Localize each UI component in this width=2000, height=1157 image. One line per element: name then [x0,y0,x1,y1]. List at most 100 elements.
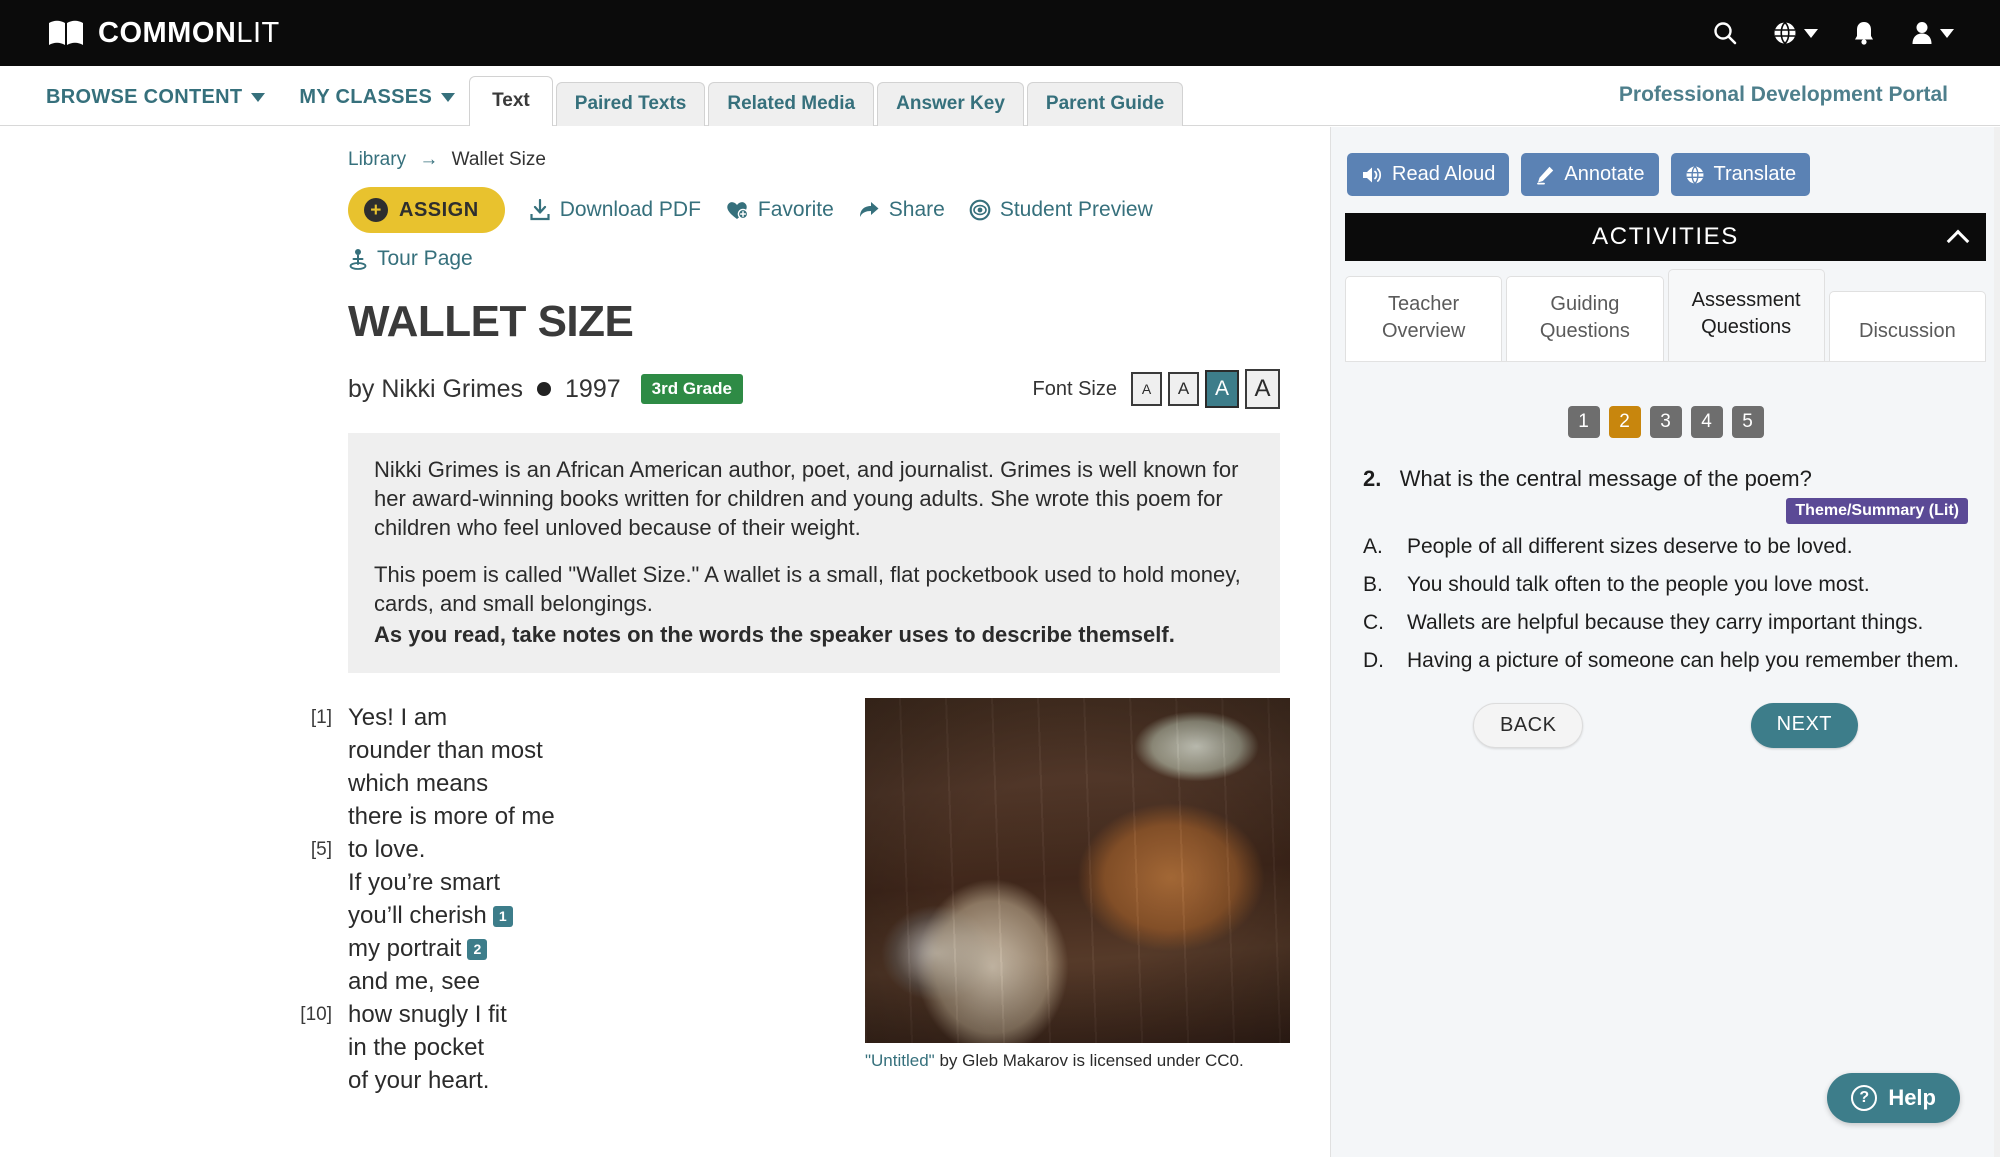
question-mark-icon: ? [1851,1085,1878,1111]
brand-thin: LIT [236,16,280,49]
breadcrumb-library[interactable]: Library [348,149,406,170]
page-scrollbar[interactable] [1994,127,2000,1157]
translate-button[interactable]: Translate [1670,153,1811,196]
student-preview-button[interactable]: Student Preview [969,198,1153,222]
poem-line: If you’re smart [280,866,700,899]
question-prompt-text: What is the central message of the poem? [1399,466,1812,491]
tab-discussion[interactable]: Discussion [1828,291,1986,361]
answer-choice-a[interactable]: A. People of all different sizes deserve… [1363,534,1968,561]
question-pagination: 1 2 3 4 5 [1331,406,2000,438]
answer-choice-b-letter: B. [1363,572,1383,596]
poem-line: you’ll cherish 1 [280,899,700,932]
poem-line-text: of your heart. [348,1067,490,1095]
highlighter-icon [1537,166,1554,184]
commonlit-logo[interactable]: COMMONLIT [48,17,280,50]
tour-pin-icon [349,249,367,270]
answer-choice-b[interactable]: B. You should talk often to the people y… [1363,572,1968,599]
nav-browse-content-label: BROWSE CONTENT [46,86,243,108]
back-button[interactable]: BACK [1473,702,1584,748]
tab-discussion-label: Discussion [1859,320,1956,342]
search-icon [1714,22,1737,45]
font-size-option-3[interactable]: A [1205,370,1239,408]
answer-choice-d[interactable]: D. Having a picture of someone can help … [1363,648,1968,675]
globe-icon [1774,21,1796,45]
download-icon [530,199,550,221]
download-pdf-button[interactable]: Download PDF [529,198,701,222]
figure-caption-link[interactable]: "Untitled" [865,1051,935,1070]
poem-line-text: and me, see [348,968,481,996]
poem-line: of your heart. [280,1064,700,1097]
poem-line: my portrait 2 [280,932,700,965]
tab-answer-key[interactable]: Answer Key [877,82,1024,126]
activities-header-label: ACTIVITIES [1592,223,1739,250]
question-block: 2. What is the central message of the po… [1363,466,1968,748]
poem-line-text: rounder than most [348,737,543,765]
intro-paragraph-1: Nikki Grimes is an African American auth… [374,457,1239,541]
poem-line-text: in the pocket [348,1034,485,1062]
poem-line-text: which means [348,770,489,798]
annotate-button[interactable]: Annotate [1521,153,1659,196]
search-button[interactable] [1712,20,1738,46]
poem-line: rounder than most [280,734,700,767]
font-size-option-2[interactable]: A [1168,372,1199,406]
poem-line: which means [280,767,700,800]
nav-browse-content[interactable]: BROWSE CONTENT [46,86,266,109]
favorite-button[interactable]: Favorite [725,198,834,222]
tab-teacher-overview[interactable]: Teacher Overview [1345,276,1503,361]
tab-guiding-questions[interactable]: Guiding Questions [1506,276,1664,361]
tab-paired-texts[interactable]: Paired Texts [555,82,706,126]
tab-assessment-questions-line1: Assessment [1691,289,1801,311]
chevron-down-icon [441,93,456,102]
font-size-control: Font Size A A A A [1033,369,1280,409]
annotation-chip-2[interactable]: 2 [467,939,488,961]
plus-icon: + [364,198,388,222]
eye-circle-icon [969,199,991,221]
figure-caption-rest: by Gleb Makarov is licensed under CC0. [934,1051,1244,1071]
tab-parent-guide[interactable]: Parent Guide [1026,82,1184,126]
share-button[interactable]: Share [858,198,945,222]
language-menu-button[interactable] [1772,20,1818,46]
chevron-down-icon [1940,28,1954,38]
question-nav-2[interactable]: 2 [1608,406,1641,438]
poem-line-text: you’ll cherish [348,902,487,930]
question-nav-4[interactable]: 4 [1690,406,1723,438]
download-pdf-label: Download PDF [559,198,701,221]
answer-choice-c[interactable]: C. Wallets are helpful because they carr… [1363,610,1968,637]
breadcrumb-arrow-icon: → [419,149,439,170]
question-tag-row: Theme/Summary (Lit) [1363,498,1968,524]
professional-development-portal-link[interactable]: Professional Development Portal [1619,83,1948,125]
font-size-option-4[interactable]: A [1245,369,1280,409]
assign-button[interactable]: + ASSIGN [348,187,505,233]
poem-line-text: there is more of me [348,803,555,831]
chevron-down-icon [1804,28,1818,38]
annotation-chip-1[interactable]: 1 [492,906,513,928]
line-number: [1] [310,707,332,729]
question-nav-3[interactable]: 3 [1649,406,1682,438]
poem-line: there is more of me [280,800,700,833]
speaker-icon [1363,167,1382,182]
next-button[interactable]: NEXT [1750,702,1858,748]
account-menu-button[interactable] [1910,20,1954,46]
tab-related-media[interactable]: Related Media [708,82,875,126]
font-size-option-1[interactable]: A [1131,372,1162,406]
line-number: [5] [310,839,332,861]
help-button[interactable]: ? Help [1827,1073,1960,1123]
globe-icon [1686,165,1703,184]
tab-assessment-questions[interactable]: Assessment Questions [1667,269,1825,361]
tab-teacher-overview-line2: Overview [1381,320,1466,342]
answer-choice-d-letter: D. [1363,648,1384,672]
nav-my-classes[interactable]: MY CLASSES [299,86,456,109]
notifications-button[interactable] [1852,20,1876,46]
tab-text[interactable]: Text [469,76,553,126]
brand-text: COMMONLIT [98,17,280,50]
read-aloud-button[interactable]: Read Aloud [1347,153,1510,196]
poem-line: and me, see [280,965,700,998]
answer-choice-c-letter: C. [1363,610,1384,634]
poem-line-text: my portrait [348,935,462,963]
question-number: 2. [1363,466,1382,491]
tour-page-button[interactable]: Tour Page [348,247,1330,271]
question-nav-5[interactable]: 5 [1731,406,1764,438]
question-nav-1[interactable]: 1 [1567,406,1600,438]
reading-tools: Read Aloud Annotate Translate [1331,127,2000,196]
activities-header[interactable]: ACTIVITIES [1345,213,1986,261]
